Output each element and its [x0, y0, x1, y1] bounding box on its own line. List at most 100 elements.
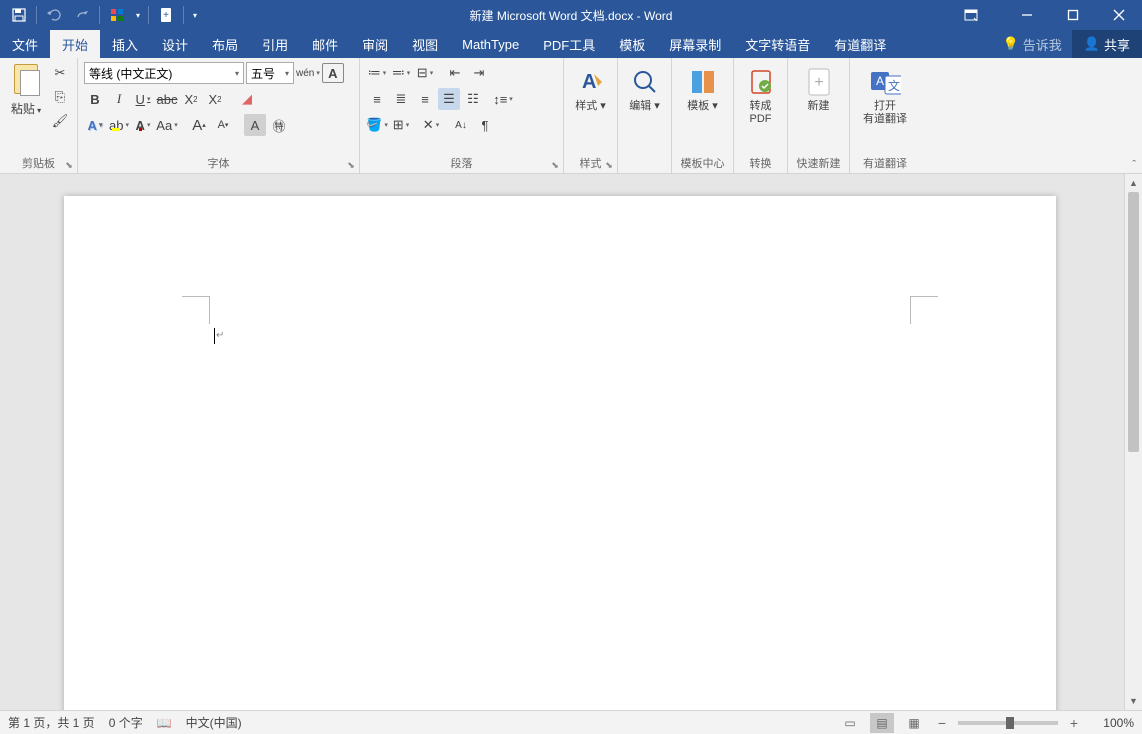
tab-mathtype[interactable]: MathType: [450, 30, 531, 58]
paragraph-launcher[interactable]: ⬊: [549, 159, 561, 171]
text-effects-button[interactable]: A: [84, 114, 106, 136]
tab-tts[interactable]: 文字转语音: [733, 30, 822, 58]
justify-button[interactable]: ☰: [438, 88, 460, 110]
undo-button[interactable]: [41, 3, 67, 27]
redo-button[interactable]: [69, 3, 95, 27]
char-border-button[interactable]: A: [322, 63, 344, 83]
line-spacing-button[interactable]: ↕≡: [492, 88, 514, 110]
strikethrough-button[interactable]: abc: [156, 88, 178, 110]
ribbon-display-options[interactable]: [948, 0, 994, 30]
web-layout-button[interactable]: ▦: [902, 713, 926, 733]
youdao-button[interactable]: A文 打开 有道翻译: [856, 62, 914, 129]
phonetic-guide-button[interactable]: wén: [296, 62, 320, 84]
scroll-track[interactable]: [1125, 192, 1142, 692]
zoom-in-button[interactable]: +: [1066, 715, 1082, 731]
underline-button[interactable]: U: [132, 88, 154, 110]
clear-formatting-button[interactable]: ◢: [236, 88, 258, 110]
word-count[interactable]: 0 个字: [109, 714, 143, 731]
group-label: 模板中心: [678, 155, 727, 173]
save-button[interactable]: [6, 3, 32, 27]
tab-youdao[interactable]: 有道翻译: [822, 30, 898, 58]
font-size-combo[interactable]: 五号▾: [246, 62, 294, 84]
scroll-down-button[interactable]: ▼: [1125, 692, 1142, 710]
tab-view[interactable]: 视图: [400, 30, 450, 58]
page[interactable]: ↵: [64, 196, 1056, 710]
enclose-char-button[interactable]: ㊕: [268, 114, 290, 136]
increase-indent-button[interactable]: ⇥: [468, 62, 490, 84]
multilevel-list-button[interactable]: ⊟: [414, 62, 436, 84]
paste-button[interactable]: 粘贴: [6, 62, 46, 119]
tab-home[interactable]: 开始: [50, 30, 100, 58]
close-button[interactable]: [1096, 0, 1142, 30]
align-center-button[interactable]: ≣: [390, 88, 412, 110]
font-launcher[interactable]: ⬊: [345, 159, 357, 171]
tab-screenrec[interactable]: 屏幕录制: [657, 30, 733, 58]
font-name-combo[interactable]: 等线 (中文正文)▾: [84, 62, 244, 84]
styles-button[interactable]: A 样式 ▾: [570, 62, 611, 117]
change-case-button[interactable]: Aa: [156, 114, 178, 136]
tab-insert[interactable]: 插入: [100, 30, 150, 58]
tab-pdf[interactable]: PDF工具: [531, 30, 607, 58]
tab-design[interactable]: 设计: [150, 30, 200, 58]
maximize-button[interactable]: [1050, 0, 1096, 30]
snap-to-grid-button[interactable]: ✕: [420, 114, 442, 136]
subscript-button[interactable]: X2: [180, 88, 202, 110]
grow-font-button[interactable]: A▴: [188, 114, 210, 136]
vertical-scrollbar[interactable]: ▲ ▼: [1124, 174, 1142, 710]
sort-button[interactable]: A↓: [450, 114, 472, 136]
cut-button[interactable]: ✂: [49, 62, 71, 84]
tab-file[interactable]: 文件: [0, 30, 50, 58]
addon-dropdown[interactable]: ▾: [132, 3, 144, 27]
tab-layout[interactable]: 布局: [200, 30, 250, 58]
tab-mail[interactable]: 邮件: [300, 30, 350, 58]
distributed-button[interactable]: ☷: [462, 88, 484, 110]
zoom-slider[interactable]: [958, 721, 1058, 725]
tell-me-search[interactable]: 💡告诉我: [993, 30, 1072, 58]
zoom-thumb[interactable]: [1006, 717, 1014, 729]
borders-button[interactable]: ⊞: [390, 114, 412, 136]
numbering-button[interactable]: ≕: [390, 62, 412, 84]
read-mode-button[interactable]: ▭: [838, 713, 862, 733]
convert-pdf-button[interactable]: 转成 PDF: [740, 62, 781, 129]
bullets-button[interactable]: ≔: [366, 62, 388, 84]
zoom-level[interactable]: 100%: [1090, 716, 1134, 730]
highlight-button[interactable]: ab: [108, 114, 130, 136]
addon-button[interactable]: [104, 3, 130, 27]
spell-check-icon[interactable]: 📖: [157, 716, 172, 730]
shrink-font-button[interactable]: A▾: [212, 114, 234, 136]
scroll-thumb[interactable]: [1128, 192, 1139, 452]
font-color-button[interactable]: A: [132, 114, 154, 136]
decrease-indent-button[interactable]: ⇤: [444, 62, 466, 84]
styles-launcher[interactable]: ⬊: [603, 159, 615, 171]
qat-customize[interactable]: ▾: [188, 3, 202, 27]
minimize-button[interactable]: [1004, 0, 1050, 30]
lightbulb-icon: 💡: [1003, 36, 1019, 52]
edit-button[interactable]: 编辑 ▾: [624, 62, 665, 117]
clipboard-launcher[interactable]: ⬊: [63, 159, 75, 171]
align-right-button[interactable]: ≡: [414, 88, 436, 110]
tab-template[interactable]: 模板: [607, 30, 657, 58]
collapse-ribbon-button[interactable]: ˆ: [1132, 159, 1136, 171]
language-status[interactable]: 中文(中国): [186, 714, 242, 731]
share-button[interactable]: 👤共享: [1072, 30, 1142, 58]
copy-button[interactable]: ⎘: [49, 86, 71, 108]
document-area[interactable]: ↵: [0, 174, 1124, 710]
new-doc-button[interactable]: +: [153, 3, 179, 27]
bold-button[interactable]: B: [84, 88, 106, 110]
tab-review[interactable]: 审阅: [350, 30, 400, 58]
char-shading-button[interactable]: A: [244, 114, 266, 136]
find-icon: [629, 66, 661, 98]
shading-button[interactable]: 🪣: [366, 114, 388, 136]
new-button[interactable]: + 新建: [794, 62, 843, 117]
scroll-up-button[interactable]: ▲: [1125, 174, 1142, 192]
align-left-button[interactable]: ≡: [366, 88, 388, 110]
page-count[interactable]: 第 1 页，共 1 页: [8, 714, 95, 731]
superscript-button[interactable]: X2: [204, 88, 226, 110]
print-layout-button[interactable]: ▤: [870, 713, 894, 733]
template-button[interactable]: 模板 ▾: [678, 62, 727, 117]
tab-references[interactable]: 引用: [250, 30, 300, 58]
show-marks-button[interactable]: ¶: [474, 114, 496, 136]
format-painter-button[interactable]: 🖌: [49, 110, 71, 132]
zoom-out-button[interactable]: −: [934, 715, 950, 731]
italic-button[interactable]: I: [108, 88, 130, 110]
